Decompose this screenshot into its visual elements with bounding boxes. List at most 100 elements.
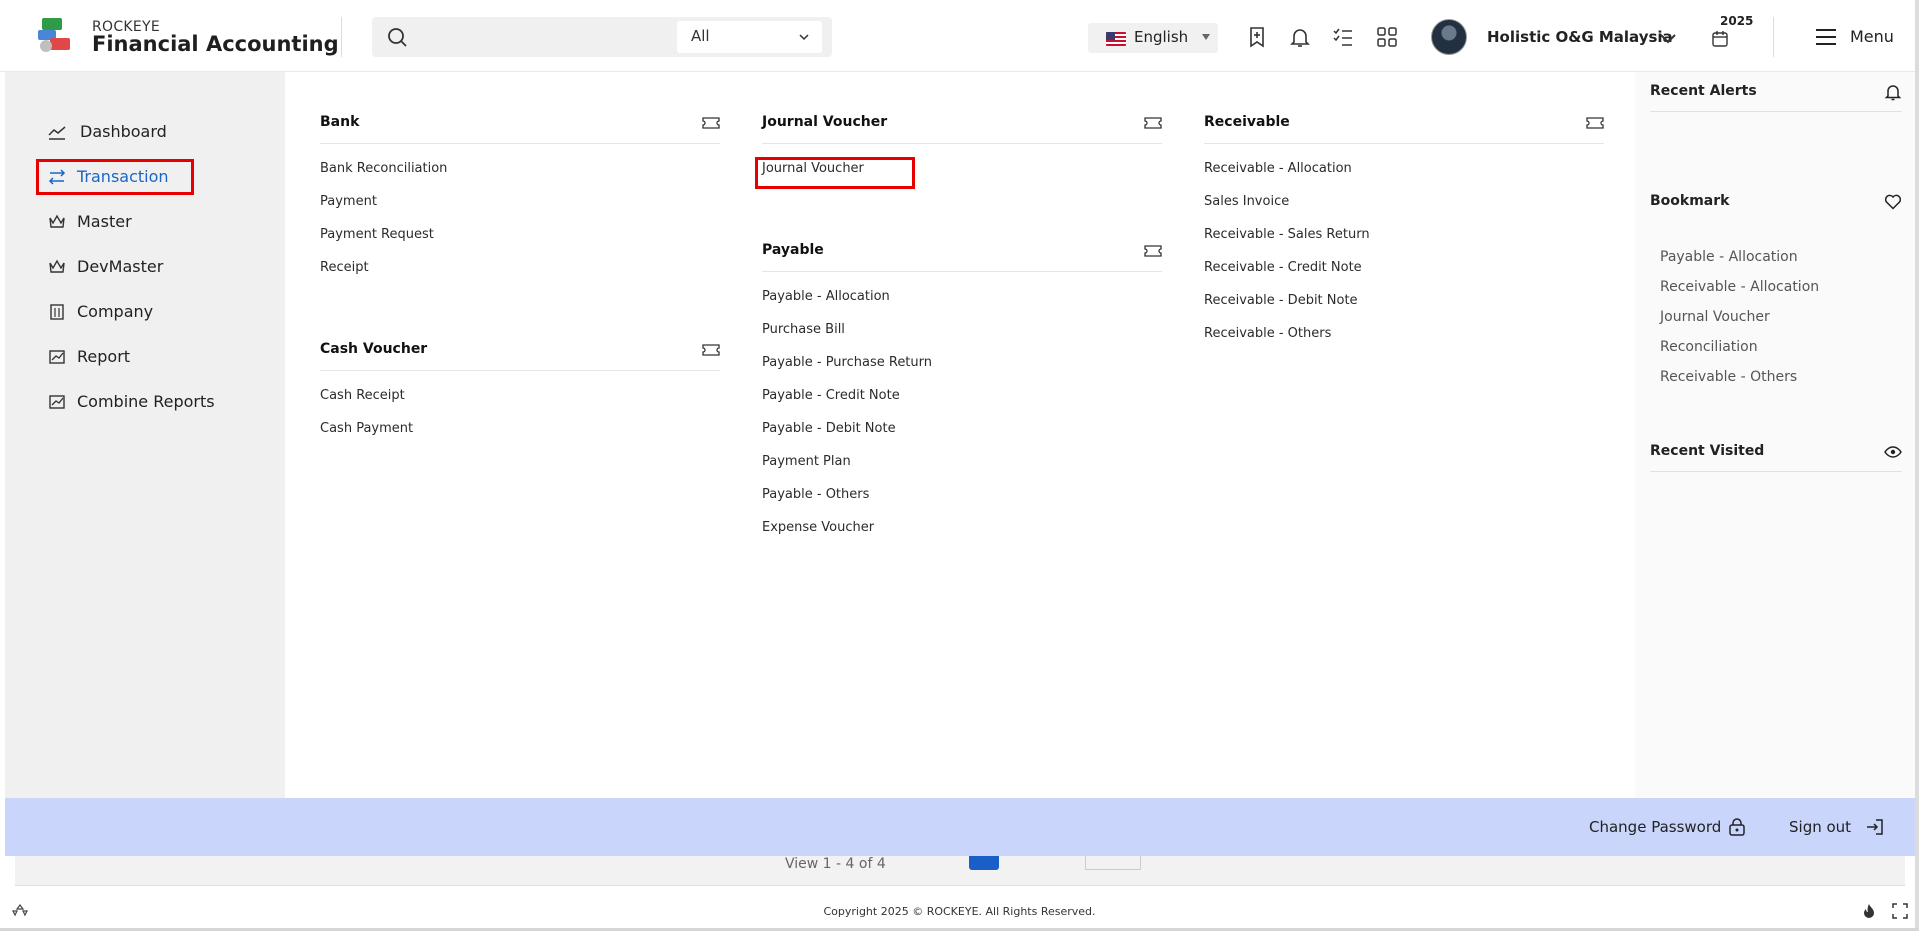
sidebar-item-devmaster[interactable]: DevMaster xyxy=(40,250,240,284)
section-header: Receivable xyxy=(1204,108,1604,144)
top-header: ROCKEYE Financial Accounting All English xyxy=(0,0,1919,72)
menu-link-journal-voucher[interactable]: Journal Voucher xyxy=(762,157,1162,190)
menu-link-payable-credit-note[interactable]: Payable - Credit Note xyxy=(762,384,1162,417)
flame-icon[interactable] xyxy=(1861,903,1877,919)
search-filter-value: All xyxy=(691,27,710,45)
ticket-icon[interactable] xyxy=(1144,117,1162,129)
bookmark-item[interactable]: Reconciliation xyxy=(1660,339,1758,355)
sidebar-item-dashboard[interactable]: Dashboard xyxy=(40,115,240,149)
trend-icon xyxy=(48,126,66,140)
menu-link-payable-allocation[interactable]: Payable - Allocation xyxy=(762,285,1162,318)
menu-link-receivable-debit-note[interactable]: Receivable - Debit Note xyxy=(1204,289,1604,322)
sidebar: Dashboard Transaction Master DevMaster C… xyxy=(5,72,285,798)
sidebar-item-report[interactable]: Report xyxy=(40,340,240,374)
recent-visited-header: Recent Visited xyxy=(1650,432,1902,472)
app-title: Financial Accounting xyxy=(92,32,339,56)
avatar[interactable] xyxy=(1431,19,1467,55)
menu-link-receivable-sales-return[interactable]: Receivable - Sales Return xyxy=(1204,223,1604,256)
recent-alerts-header: Recent Alerts xyxy=(1650,72,1902,112)
section-title: Receivable xyxy=(1204,114,1290,130)
section-receivable: Receivable Receivable - Allocation Sales… xyxy=(1204,108,1604,355)
sign-out-icon[interactable] xyxy=(1865,817,1885,837)
sidebar-item-label: Company xyxy=(77,302,154,321)
menu-button[interactable]: Menu xyxy=(1850,27,1894,46)
sidebar-item-label: Dashboard xyxy=(80,122,167,141)
language-label: English xyxy=(1134,28,1189,46)
caret-down-icon xyxy=(1202,34,1210,40)
bell-icon[interactable] xyxy=(1288,25,1312,49)
sidebar-item-label: Transaction xyxy=(77,167,169,186)
sign-out-button[interactable]: Sign out xyxy=(1789,818,1851,836)
fullscreen-icon[interactable] xyxy=(1892,903,1908,919)
menu-link-receipt[interactable]: Receipt xyxy=(320,256,720,289)
bookmark-add-icon[interactable] xyxy=(1245,25,1269,49)
menu-link-receivable-others[interactable]: Receivable - Others xyxy=(1204,322,1604,355)
chart-icon xyxy=(49,350,65,364)
section-header: Bank xyxy=(320,108,720,144)
menu-link-purchase-bill[interactable]: Purchase Bill xyxy=(762,318,1162,351)
chevron-down-icon[interactable] xyxy=(1657,27,1679,49)
user-name[interactable]: Holistic O&G Malaysia xyxy=(1487,28,1673,46)
checklist-icon[interactable] xyxy=(1331,25,1355,49)
menu-link-payable-others[interactable]: Payable - Others xyxy=(762,483,1162,516)
section-journal-voucher: Journal Voucher Journal Voucher xyxy=(762,108,1162,190)
sidebar-item-transaction[interactable]: Transaction xyxy=(40,160,240,194)
apps-grid-icon[interactable] xyxy=(1375,25,1399,49)
menu-link-payable-debit-note[interactable]: Payable - Debit Note xyxy=(762,417,1162,450)
chart-icon xyxy=(49,395,65,409)
swap-icon xyxy=(48,169,66,185)
ticket-icon[interactable] xyxy=(1586,117,1604,129)
menu-link-payment-request[interactable]: Payment Request xyxy=(320,223,720,256)
bookmark-item[interactable]: Receivable - Others xyxy=(1660,369,1797,385)
search-filter-select[interactable]: All xyxy=(677,21,822,53)
sidebar-item-company[interactable]: Company xyxy=(40,295,240,329)
section-title: Bank xyxy=(320,114,360,130)
bookmark-item[interactable]: Journal Voucher xyxy=(1660,309,1770,325)
bookmark-item[interactable]: Payable - Allocation xyxy=(1660,249,1798,265)
hamburger-menu-icon[interactable] xyxy=(1814,27,1838,47)
window-frame-right xyxy=(1915,0,1919,931)
menu-link-payment-plan[interactable]: Payment Plan xyxy=(762,450,1162,483)
menu-link-bank-reconciliation[interactable]: Bank Reconciliation xyxy=(320,157,720,190)
ticket-icon[interactable] xyxy=(1144,245,1162,257)
transaction-menu-panel: Bank Bank Reconciliation Payment Payment… xyxy=(285,72,1635,798)
pagination-current-page[interactable] xyxy=(969,856,999,870)
ticket-icon[interactable] xyxy=(702,117,720,129)
recent-visited-title: Recent Visited xyxy=(1650,443,1765,459)
calendar-icon[interactable] xyxy=(1711,30,1729,48)
section-header: Payable xyxy=(762,236,1162,272)
pagination-summary: View 1 - 4 of 4 xyxy=(785,856,886,872)
eye-icon[interactable] xyxy=(1884,443,1902,461)
rockeye-logo[interactable] xyxy=(38,18,72,54)
fiscal-year: 2025 xyxy=(1720,14,1754,28)
menu-link-payable-purchase-return[interactable]: Payable - Purchase Return xyxy=(762,351,1162,384)
right-panel: Recent Alerts Bookmark Payable - Allocat… xyxy=(1635,72,1919,798)
sidebar-item-label: Master xyxy=(77,212,132,231)
sidebar-item-master[interactable]: Master xyxy=(40,205,240,239)
menu-link-sales-invoice[interactable]: Sales Invoice xyxy=(1204,190,1604,223)
copyright-text: Copyright 2025 © ROCKEYE. All Rights Res… xyxy=(823,905,1096,918)
menu-link-cash-payment[interactable]: Cash Payment xyxy=(320,417,720,450)
section-header: Cash Voucher xyxy=(320,335,720,371)
menu-link-expense-voucher[interactable]: Expense Voucher xyxy=(762,516,1162,549)
bookmark-item[interactable]: Receivable - Allocation xyxy=(1660,279,1819,295)
ticket-icon[interactable] xyxy=(702,344,720,356)
bell-icon[interactable] xyxy=(1884,83,1902,101)
heart-icon[interactable] xyxy=(1884,193,1902,211)
header-divider xyxy=(341,17,342,57)
menu-link-receivable-allocation[interactable]: Receivable - Allocation xyxy=(1204,157,1604,190)
section-payable: Payable Payable - Allocation Purchase Bi… xyxy=(762,236,1162,549)
menu-link-payment[interactable]: Payment xyxy=(320,190,720,223)
page-size-select[interactable] xyxy=(1085,856,1141,870)
language-select[interactable]: English xyxy=(1088,23,1218,53)
header-divider xyxy=(1773,17,1774,57)
lock-icon[interactable] xyxy=(1727,817,1747,837)
sidebar-item-label: Combine Reports xyxy=(77,392,215,411)
search-bar[interactable]: All xyxy=(372,17,832,57)
search-icon[interactable] xyxy=(386,26,408,48)
sidebar-item-combine-reports[interactable]: Combine Reports xyxy=(40,385,240,419)
building-icon xyxy=(50,304,64,320)
change-password-button[interactable]: Change Password xyxy=(1589,818,1721,836)
menu-link-receivable-credit-note[interactable]: Receivable - Credit Note xyxy=(1204,256,1604,289)
menu-link-cash-receipt[interactable]: Cash Receipt xyxy=(320,384,720,417)
